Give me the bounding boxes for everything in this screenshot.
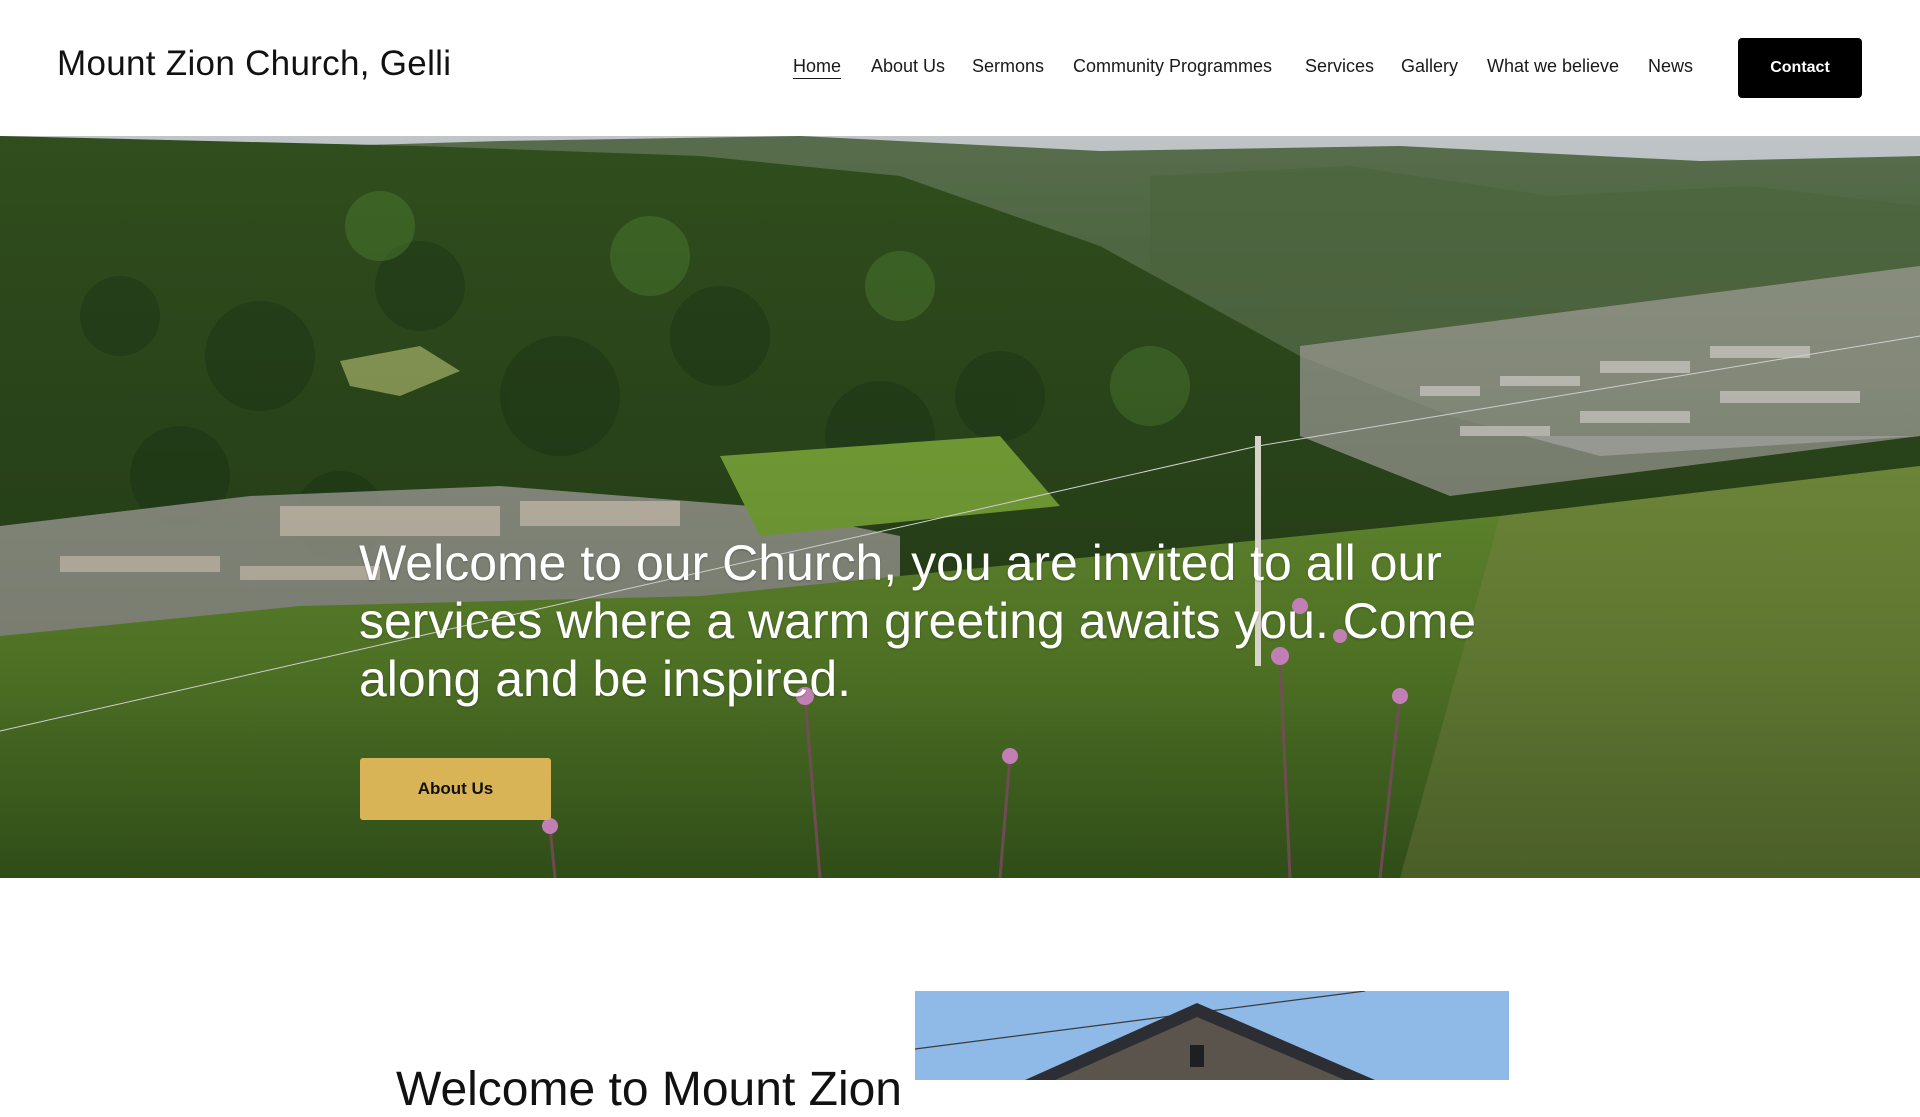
nav-sermons[interactable]: Sermons — [972, 56, 1044, 77]
nav-what-we-believe[interactable]: What we believe — [1487, 56, 1619, 77]
contact-button[interactable]: Contact — [1738, 38, 1862, 98]
hero-heading: Welcome to our Church, you are invited t… — [359, 535, 1477, 707]
nav-news[interactable]: News — [1648, 56, 1693, 77]
nav-services[interactable]: Services — [1305, 56, 1374, 77]
church-building-image — [915, 991, 1509, 1080]
hero-landscape-image — [0, 136, 1920, 878]
hero-section: Welcome to our Church, you are invited t… — [0, 136, 1920, 878]
nav-home[interactable]: Home — [793, 56, 842, 79]
site-title[interactable]: Mount Zion Church, Gelli — [57, 44, 451, 84]
site-header: Mount Zion Church, Gelli Home About Us S… — [0, 0, 1920, 136]
nav-about-us[interactable]: About Us — [871, 56, 945, 77]
about-us-button[interactable]: About Us — [360, 758, 551, 820]
welcome-heading: Welcome to Mount Zion — [396, 1063, 902, 1116]
church-photo — [915, 991, 1509, 1080]
nav-gallery[interactable]: Gallery — [1401, 56, 1458, 77]
nav-community-programmes[interactable]: Community Programmes — [1073, 56, 1272, 77]
